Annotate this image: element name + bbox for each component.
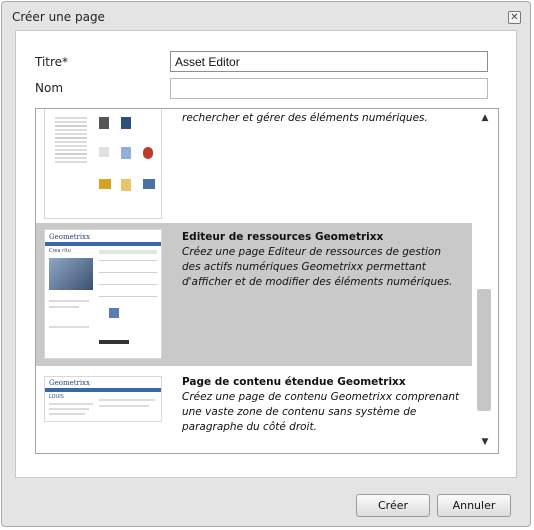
template-description: rechercher et gérer des éléments numériq…: [182, 112, 428, 124]
template-thumbnail: Geometrixx Crea ritu: [44, 229, 162, 359]
template-description: Créez une page de contenu Geometrixx com…: [182, 391, 460, 433]
name-input[interactable]: [170, 78, 488, 99]
create-button[interactable]: Créer: [356, 494, 430, 517]
template-list[interactable]: rechercher et gérer des éléments numériq…: [35, 108, 499, 454]
dialog-title: Créer une page: [12, 10, 105, 24]
scrollbar-thumb[interactable]: [477, 289, 491, 411]
create-page-dialog: Créer une page ✕ Titre* Nom: [1, 1, 531, 527]
template-list-scrollbar[interactable]: ▲ ▼: [472, 109, 498, 453]
template-title: Page de contenu étendue Geometrixx: [182, 376, 406, 388]
close-icon[interactable]: ✕: [508, 11, 521, 24]
template-title: Editeur de ressources Geometrixx: [182, 231, 384, 243]
name-label: Nom: [35, 81, 64, 95]
title-input[interactable]: [170, 51, 488, 72]
template-item[interactable]: rechercher et gérer des éléments numériq…: [36, 109, 472, 221]
dialog-titlebar[interactable]: Créer une page ✕: [2, 2, 530, 32]
arrow-down-icon[interactable]: ▼: [479, 437, 491, 447]
template-thumbnail: [44, 109, 162, 219]
cancel-button[interactable]: Annuler: [437, 494, 511, 517]
template-thumbnail: Geometrixx LOUIS: [44, 376, 162, 422]
template-item-selected[interactable]: Geometrixx Crea ritu Editeur de ressourc…: [36, 223, 472, 366]
title-label: Titre*: [35, 55, 69, 69]
arrow-up-icon[interactable]: ▲: [479, 113, 491, 123]
template-description: Créez une page Editeur de ressources de …: [182, 246, 453, 288]
template-item[interactable]: Geometrixx LOUIS Page de contenu étendue…: [36, 368, 472, 453]
dialog-content: Titre* Nom: [15, 30, 517, 478]
